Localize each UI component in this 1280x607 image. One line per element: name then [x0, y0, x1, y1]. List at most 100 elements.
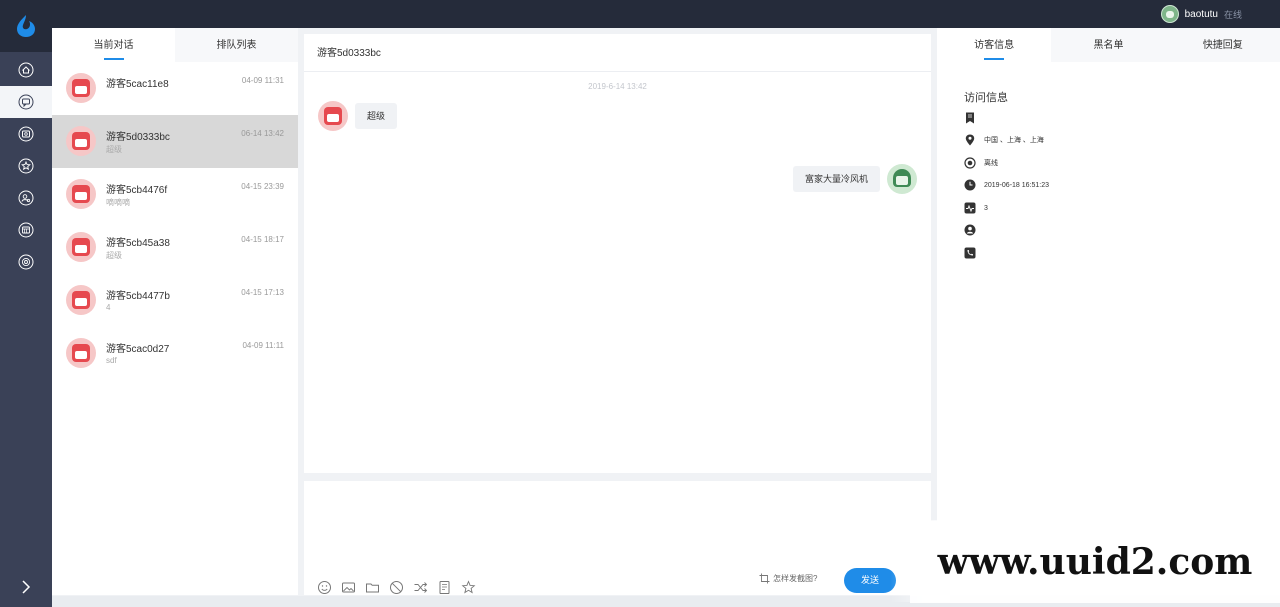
user-icon [18, 190, 34, 206]
conversation-item[interactable]: 游客5cac0d27 04-09 11:11 sdf [52, 327, 298, 380]
block-button[interactable] [388, 579, 404, 595]
top-bar: baotutu 在线 [0, 0, 1280, 28]
transfer-button[interactable] [412, 579, 428, 595]
conversation-time: 04-09 11:31 [241, 76, 284, 85]
activity-icon [964, 202, 976, 214]
user-menu[interactable]: baotutu 在线 [1160, 4, 1242, 24]
conversation-name: 游客5cb4477b [106, 291, 170, 302]
bookmark-icon [966, 112, 974, 124]
history-icon [18, 126, 34, 142]
folder-icon [365, 583, 379, 592]
chevron-right-icon [22, 580, 31, 594]
message-input-area[interactable]: 怎样发截图? 发送 [304, 481, 931, 595]
conversation-last-message: 嘀嘀嘀 [106, 198, 130, 207]
emoji-icon [317, 580, 331, 594]
sidebar-nav [0, 54, 52, 278]
sidebar-item-visitors[interactable] [0, 182, 52, 214]
sidebar-item-settings[interactable] [0, 246, 52, 278]
info-time-value: 2019-06-18 16:51:23 [984, 181, 1049, 189]
chat-icon [18, 94, 34, 110]
conversation-item[interactable]: 游客5d0333bc 06-14 13:42 超级 [52, 115, 298, 168]
conversation-name: 游客5cac0d27 [106, 344, 170, 355]
screenshot-help-link[interactable]: 怎样发截图? [759, 573, 817, 584]
conversation-name: 游客5d0333bc [106, 132, 170, 143]
sidebar-item-favorites[interactable] [0, 150, 52, 182]
sidebar-item-conversations[interactable] [0, 86, 52, 118]
visitor-avatar [66, 126, 96, 156]
logo-icon [17, 15, 35, 37]
conversation-item[interactable]: 游客5cb4476f 04-15 23:39 嘀嘀嘀 [52, 168, 298, 221]
conversation-last-message: 超级 [106, 145, 122, 154]
info-visits-value: 3 [984, 204, 988, 212]
send-button[interactable]: 发送 [844, 568, 896, 593]
sidebar-item-home[interactable] [0, 54, 52, 86]
image-icon [341, 582, 355, 592]
favorite-button[interactable] [460, 579, 476, 595]
visit-info-title: 访问信息 [964, 92, 1008, 104]
file-button[interactable] [364, 579, 380, 595]
phone-icon [964, 247, 976, 259]
message-bubble: 富家大量冷风机 [792, 166, 880, 192]
user-avatar[interactable] [1160, 5, 1179, 23]
conversation-tabs: 当前对话 排队列表 [52, 28, 298, 62]
message-outgoing: 富家大量冷风机 [792, 164, 917, 194]
tab-visitor-info[interactable]: 访客信息 [937, 28, 1052, 62]
visitor-avatar [66, 179, 96, 209]
settings-icon [18, 254, 34, 270]
star-icon [461, 579, 475, 593]
visitor-avatar [318, 101, 348, 131]
info-row-person [964, 222, 984, 238]
tab-queue-list[interactable]: 排队列表 [175, 28, 298, 62]
conversation-list-panel: 当前对话 排队列表 游客5cac11e8 04-09 11:31 游客5d033… [52, 28, 298, 595]
info-row-phone [964, 245, 984, 261]
visitor-info-panel: 访客信息 黑名单 快捷回复 访问信息 中国 、上海 、上海 离线 2019-06… [937, 28, 1280, 595]
document-button[interactable] [436, 579, 452, 595]
visitor-avatar [66, 285, 96, 315]
image-button[interactable] [340, 579, 356, 595]
home-icon [18, 62, 34, 78]
info-row-status: 离线 [964, 155, 998, 171]
screenshot-help-text: 怎样发截图? [773, 574, 818, 583]
visitor-avatar [66, 232, 96, 262]
conversation-name: 游客5cac11e8 [106, 79, 169, 90]
conversation-last-message: 4 [106, 303, 111, 312]
logo[interactable] [0, 0, 52, 52]
conversation-time: 04-15 18:17 [241, 235, 284, 244]
sidebar-collapse-button[interactable] [0, 575, 52, 599]
conversation-item[interactable]: 游客5cb4477b 04-15 17:13 4 [52, 274, 298, 327]
conversation-item[interactable]: 游客5cac11e8 04-09 11:31 [52, 62, 298, 115]
clock-icon [964, 179, 976, 191]
info-row-time: 2019-06-18 16:51:23 [964, 177, 1049, 193]
sidebar-item-statistics[interactable] [0, 214, 52, 246]
sidebar-item-history[interactable] [0, 118, 52, 150]
info-status-value: 离线 [984, 160, 998, 167]
user-status: 在线 [1223, 9, 1242, 20]
info-row-location: 中国 、上海 、上海 [964, 132, 1044, 148]
chat-timestamp: 2019-6-14 13:42 [588, 82, 647, 91]
chat-panel: 游客5d0333bc 2019-6-14 13:42 超级 富家大量冷风机 [304, 34, 931, 473]
sidebar [0, 0, 52, 607]
conversation-time: 06-14 13:42 [241, 129, 284, 138]
person-icon [964, 224, 976, 236]
conversation-last-message: sdf [106, 356, 117, 365]
star-icon [18, 158, 34, 174]
conversation-last-message: 超级 [106, 251, 122, 260]
message-bubble: 超级 [355, 103, 398, 129]
conversation-item[interactable]: 游客5cb45a38 04-15 18:17 超级 [52, 221, 298, 274]
tab-current-conversations[interactable]: 当前对话 [52, 28, 175, 62]
tab-blacklist[interactable]: 黑名单 [1051, 28, 1165, 62]
info-location-value: 中国 、上海 、上海 [984, 137, 1044, 144]
username[interactable]: baotutu [1185, 9, 1218, 20]
document-icon [439, 580, 449, 594]
crop-icon [759, 573, 770, 584]
info-row-visits: 3 [964, 200, 988, 216]
chat-title: 游客5d0333bc [304, 34, 931, 72]
conversation-time: 04-15 17:13 [241, 288, 284, 297]
message-incoming: 超级 [318, 101, 398, 131]
emoji-button[interactable] [316, 579, 332, 595]
conversation-time: 04-09 11:11 [242, 341, 284, 350]
input-toolbar [316, 579, 476, 595]
status-icon [964, 157, 976, 169]
tab-quick-reply[interactable]: 快捷回复 [1166, 28, 1280, 62]
visitor-avatar [66, 338, 96, 368]
